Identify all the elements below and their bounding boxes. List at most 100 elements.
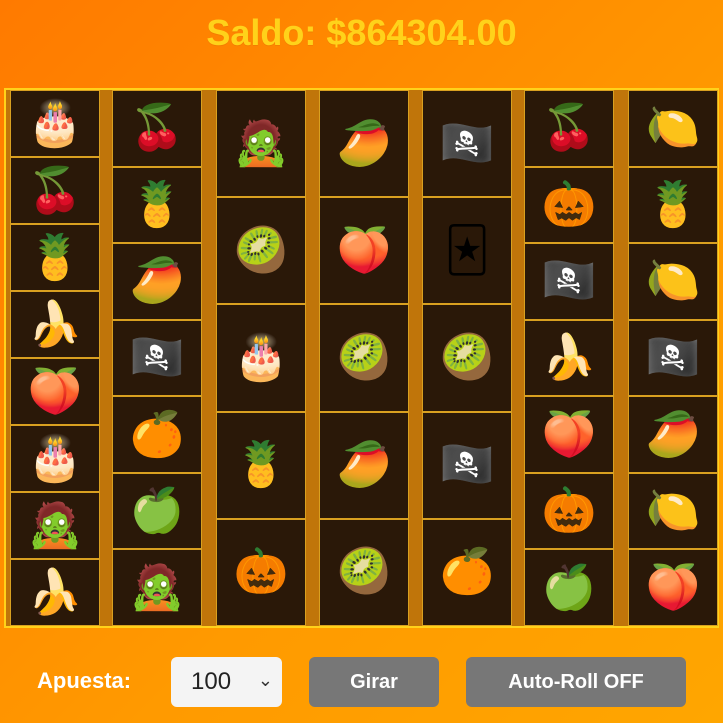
slot-cell: 🥭	[319, 90, 409, 198]
slot-cell: 🍑	[524, 396, 614, 473]
cherries-icon: 🍒	[541, 102, 597, 154]
peach-icon: 🍑	[336, 224, 392, 276]
banana-icon: 🍌	[541, 331, 597, 383]
slot-cell: 🍏	[112, 472, 202, 550]
reel-1: 🎂 🍒 🍍 🍌 🍑 🎂 🧟 🍌	[10, 90, 100, 626]
kiwi-icon: 🥝	[336, 331, 392, 383]
slot-cell: 🍋	[628, 472, 718, 550]
slot-cell: 🍒	[10, 157, 100, 224]
chevron-down-icon: ⌄	[257, 670, 273, 691]
pirate-flag-icon: 🏴‍☠️	[541, 255, 597, 307]
bet-label: Apuesta:	[37, 668, 132, 693]
slot-cell: 🍑	[10, 358, 100, 425]
slot-cell: 🏴‍☠️	[524, 243, 614, 320]
orange-icon: 🍊	[129, 408, 185, 460]
pirate-flag-icon: 🏴‍☠️	[129, 331, 185, 383]
kiwi-icon: 🥝	[439, 331, 495, 383]
slot-cell: 🎃	[216, 518, 306, 626]
slot-cell: 🏴‍☠️	[628, 319, 718, 397]
zombie-icon: 🧟	[233, 117, 289, 169]
slot-cell: 🍒	[524, 90, 614, 167]
slot-cell: 🎃	[524, 166, 614, 244]
slot-cell: 🎂	[10, 425, 100, 492]
slot-cell: 🥝	[319, 304, 409, 412]
slot-cell: 🍍	[112, 166, 202, 244]
reel-2: 🍒 🍍 🥭 🏴‍☠️ 🍊 🍏 🧟	[112, 90, 202, 626]
slot-cell: 🎂	[216, 304, 306, 412]
slot-cell: 🍋	[628, 90, 718, 167]
mango-icon: 🥭	[645, 408, 701, 460]
banana-icon: 🍌	[27, 566, 83, 618]
slot-cell: 🏴‍☠️	[422, 90, 512, 198]
slot-board: 🎂 🍒 🍍 🍌 🍑 🎂 🧟 🍌 🍒 🍍 🥭 🏴‍☠️ 🍊 🍏 🧟 🧟 🥝 🎂 🍍 🎃 🥭 🍑 🥝 🥭 🥝 🏴‍☠️ 🃏 🥝 🏴‍☠️ 🍊 🍒…	[4, 88, 719, 628]
zombie-icon: 🧟	[27, 499, 83, 551]
mango-icon: 🥭	[336, 117, 392, 169]
bet-value: 100	[191, 668, 232, 695]
reel-3: 🧟 🥝 🎂 🍍 🎃	[216, 90, 306, 626]
slot-cell: 🧟	[10, 492, 100, 559]
birthday-cake-icon: 🎂	[27, 432, 83, 484]
lemon-icon: 🍋	[645, 485, 701, 537]
pineapple-icon: 🍍	[233, 439, 289, 491]
pineapple-icon: 🍍	[645, 178, 701, 230]
pirate-flag-icon: 🏴‍☠️	[439, 117, 495, 169]
reel-7: 🍋 🍍 🍋 🏴‍☠️ 🥭 🍋 🍑	[628, 90, 718, 626]
lemon-icon: 🍋	[645, 255, 701, 307]
peach-icon: 🍑	[541, 408, 597, 460]
reel-4: 🥭 🍑 🥝 🥭 🥝	[319, 90, 409, 626]
slot-cell: 🎂	[10, 90, 100, 157]
reel-5: 🏴‍☠️ 🃏 🥝 🏴‍☠️ 🍊	[422, 90, 512, 626]
slot-cell: 🥭	[112, 243, 202, 320]
slot-cell: 🧟	[112, 549, 202, 626]
slot-cell: 🥝	[319, 518, 409, 626]
slot-cell: 🍒	[112, 90, 202, 167]
birthday-cake-icon: 🎂	[27, 97, 83, 149]
slot-cell: 🍍	[628, 166, 718, 244]
slot-cell: 🥭	[319, 411, 409, 519]
orange-icon: 🍊	[439, 546, 495, 598]
bet-select[interactable]: 100 ⌄	[171, 657, 282, 707]
jack-o-lantern-icon: 🎃	[541, 178, 597, 230]
green-apple-icon: 🍏	[129, 485, 185, 537]
banana-icon: 🍌	[27, 298, 83, 350]
auto-roll-button[interactable]: Auto-Roll OFF	[466, 657, 686, 707]
pirate-flag-icon: 🏴‍☠️	[645, 331, 701, 383]
peach-icon: 🍑	[645, 561, 701, 613]
slot-cell: 🧟	[216, 90, 306, 198]
slot-cell: 🍏	[524, 549, 614, 626]
controls-bar: Apuesta: 100 ⌄ Girar Auto-Roll OFF	[0, 656, 723, 708]
slot-cell: 🍊	[112, 396, 202, 473]
kiwi-icon: 🥝	[336, 546, 392, 598]
slot-cell: 🍑	[319, 197, 409, 305]
zombie-icon: 🧟	[129, 561, 185, 613]
lemon-icon: 🍋	[645, 102, 701, 154]
cherries-icon: 🍒	[129, 102, 185, 154]
cherries-icon: 🍒	[27, 164, 83, 216]
balance-display: Saldo: $864304.00	[206, 12, 517, 53]
pirate-flag-icon: 🏴‍☠️	[439, 439, 495, 491]
spin-button[interactable]: Girar	[309, 657, 439, 707]
jack-o-lantern-icon: 🎃	[541, 485, 597, 537]
reel-6: 🍒 🎃 🏴‍☠️ 🍌 🍑 🎃 🍏	[524, 90, 614, 626]
slot-cell: 🍌	[10, 291, 100, 358]
jack-o-lantern-icon: 🎃	[233, 546, 289, 598]
slot-cell: 🍊	[422, 518, 512, 626]
slot-cell: 🃏	[422, 197, 512, 305]
slot-cell: 🍋	[628, 243, 718, 320]
slot-cell: 🍍	[10, 224, 100, 291]
green-apple-icon: 🍏	[541, 561, 597, 613]
slot-cell: 🍌	[10, 559, 100, 626]
pineapple-icon: 🍍	[27, 231, 83, 283]
slot-cell: 🎃	[524, 472, 614, 550]
slot-cell: 🥝	[216, 197, 306, 305]
slot-cell: 🥝	[422, 304, 512, 412]
kiwi-icon: 🥝	[233, 224, 289, 276]
slot-cell: 🍑	[628, 549, 718, 626]
joker-card-icon: 🃏	[444, 224, 490, 276]
mango-icon: 🥭	[129, 255, 185, 307]
slot-cell: 🍍	[216, 411, 306, 519]
slot-cell: 🥭	[628, 396, 718, 473]
birthday-cake-icon: 🎂	[233, 331, 289, 383]
peach-icon: 🍑	[27, 365, 83, 417]
slot-cell: 🍌	[524, 319, 614, 397]
